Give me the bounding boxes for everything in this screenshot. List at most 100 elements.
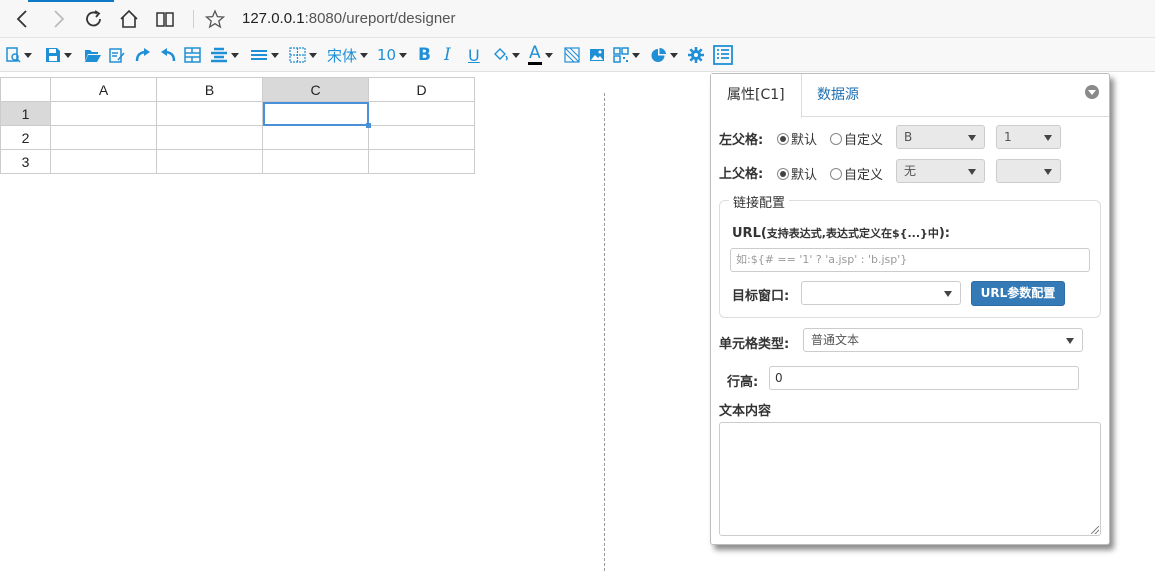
- font-family-select[interactable]: 宋体: [327, 44, 369, 66]
- border-button[interactable]: [289, 44, 317, 66]
- qrcode-icon: [613, 47, 629, 63]
- column-header-c[interactable]: C: [262, 77, 369, 102]
- merge-cells-button[interactable]: [184, 44, 201, 66]
- cell-c2[interactable]: [262, 125, 369, 150]
- image-button[interactable]: [589, 44, 605, 66]
- italic-button[interactable]: I: [444, 44, 451, 66]
- cell-b2[interactable]: [156, 125, 263, 150]
- cell-b1[interactable]: [156, 101, 263, 126]
- left-parent-default-radio[interactable]: 默认: [777, 129, 817, 148]
- undo-button[interactable]: [160, 44, 176, 66]
- page-break-line: [604, 93, 605, 571]
- top-parent-default-radio[interactable]: 默认: [777, 164, 817, 183]
- redo-button[interactable]: [135, 44, 151, 66]
- cell-type-select[interactable]: 普通文本: [803, 328, 1083, 352]
- property-panel-toggle[interactable]: [713, 44, 733, 66]
- settings-button[interactable]: [688, 44, 704, 66]
- property-panel: 属性[C1] 数据源 左父格: 默认 自定义 B 1 上父格: 默认 自定义 无…: [710, 73, 1110, 545]
- cell-a2[interactable]: [50, 125, 157, 150]
- cell-b3[interactable]: [156, 149, 263, 174]
- barcode-button[interactable]: [613, 44, 640, 66]
- font-color-swatch: [528, 62, 542, 65]
- favorite-star-icon[interactable]: [204, 8, 226, 30]
- left-parent-custom-radio[interactable]: 自定义: [830, 129, 883, 148]
- open-button[interactable]: [84, 44, 101, 66]
- align-center-button[interactable]: [210, 44, 239, 66]
- home-icon[interactable]: [118, 8, 140, 30]
- designer-toolbar: 宋体 10 B I U A: [0, 38, 1155, 72]
- url-params-button[interactable]: URL参数配置: [971, 281, 1065, 306]
- fill-color-button[interactable]: [492, 44, 520, 66]
- preview-button[interactable]: [5, 44, 32, 66]
- radio-label: 自定义: [844, 133, 884, 148]
- column-header-b[interactable]: B: [156, 77, 263, 102]
- reading-view-icon[interactable]: [154, 8, 176, 30]
- column-header-d[interactable]: D: [368, 77, 475, 102]
- radio-label: 自定义: [844, 168, 884, 183]
- back-icon[interactable]: [12, 8, 34, 30]
- cell-d2[interactable]: [368, 125, 475, 150]
- url-input[interactable]: 如:${# == '1' ? 'a.jsp' : 'b.jsp'}: [730, 248, 1090, 272]
- cell-c3[interactable]: [262, 149, 369, 174]
- row-header-1[interactable]: 1: [0, 101, 51, 126]
- text-content-textarea[interactable]: [719, 422, 1101, 536]
- chart-button[interactable]: [650, 44, 678, 66]
- row-height-input[interactable]: 0: [769, 366, 1079, 390]
- left-parent-column-select[interactable]: B: [896, 125, 985, 149]
- cell-a1[interactable]: [50, 101, 157, 126]
- url-label-prefix: URL(: [732, 226, 767, 241]
- save-icon: [46, 48, 60, 62]
- select-value: B: [904, 130, 913, 144]
- import-button[interactable]: [109, 44, 125, 66]
- select-value: 普通文本: [811, 333, 860, 347]
- browser-toolbar: 127.0.0.1:8080/ureport/designer: [0, 0, 1155, 38]
- folder-open-icon: [85, 50, 101, 62]
- font-size-select[interactable]: 10: [377, 44, 408, 66]
- underline-button[interactable]: U: [468, 44, 480, 66]
- tab-datasource[interactable]: 数据源: [801, 74, 875, 117]
- table-row: 2: [0, 125, 475, 150]
- top-parent-custom-radio[interactable]: 自定义: [830, 164, 883, 183]
- forward-icon[interactable]: [47, 8, 69, 30]
- resize-handle-icon[interactable]: [1091, 526, 1099, 534]
- refresh-icon[interactable]: [83, 8, 105, 30]
- link-config-title: 链接配置: [729, 192, 790, 211]
- radio-label: 默认: [791, 168, 818, 183]
- top-parent-label: 上父格:: [719, 167, 764, 182]
- top-parent-row-select[interactable]: [996, 159, 1061, 183]
- collapse-panel-icon[interactable]: [1085, 85, 1099, 99]
- url-path: :8080/ureport/designer: [304, 10, 456, 27]
- tab-properties[interactable]: 属性[C1]: [711, 74, 802, 118]
- left-parent-row-select[interactable]: 1: [996, 125, 1061, 149]
- radio-checked: [777, 167, 789, 180]
- grid-corner[interactable]: [0, 77, 51, 102]
- image-icon: [590, 49, 604, 61]
- cell-c1-selected[interactable]: [262, 101, 372, 129]
- radio-label: 默认: [791, 133, 818, 148]
- save-button[interactable]: [45, 44, 72, 66]
- chevron-down-icon: [968, 135, 976, 141]
- diagonal-header-button[interactable]: [564, 44, 580, 66]
- edit-document-icon: [109, 48, 125, 63]
- cell-d1[interactable]: [368, 101, 475, 126]
- cell-a3[interactable]: [50, 149, 157, 174]
- cell-d3[interactable]: [368, 149, 475, 174]
- radio-checked: [777, 132, 789, 145]
- row-header-3[interactable]: 3: [0, 149, 51, 174]
- row-header-2[interactable]: 2: [0, 125, 51, 150]
- report-grid: A B C D 1 2 3: [0, 77, 475, 174]
- target-window-select[interactable]: [801, 281, 961, 305]
- column-header-a[interactable]: A: [50, 77, 157, 102]
- chevron-down-icon: [1044, 135, 1052, 141]
- top-parent-column-select[interactable]: 无: [896, 159, 985, 183]
- valign-button[interactable]: [250, 44, 279, 66]
- paint-bucket-icon: [494, 48, 508, 61]
- address-bar[interactable]: 127.0.0.1:8080/ureport/designer: [242, 10, 456, 27]
- chevron-down-icon: [1044, 169, 1052, 175]
- select-value: 无: [904, 164, 917, 178]
- bold-button[interactable]: B: [418, 44, 431, 66]
- font-color-button[interactable]: A: [528, 43, 553, 66]
- redo-icon: [135, 48, 150, 62]
- link-config-section: 链接配置 URL(支持表达式,表达式定义在${...}中): 如:${# == …: [719, 192, 1101, 318]
- panel-tabs: 属性[C1] 数据源: [711, 74, 1109, 118]
